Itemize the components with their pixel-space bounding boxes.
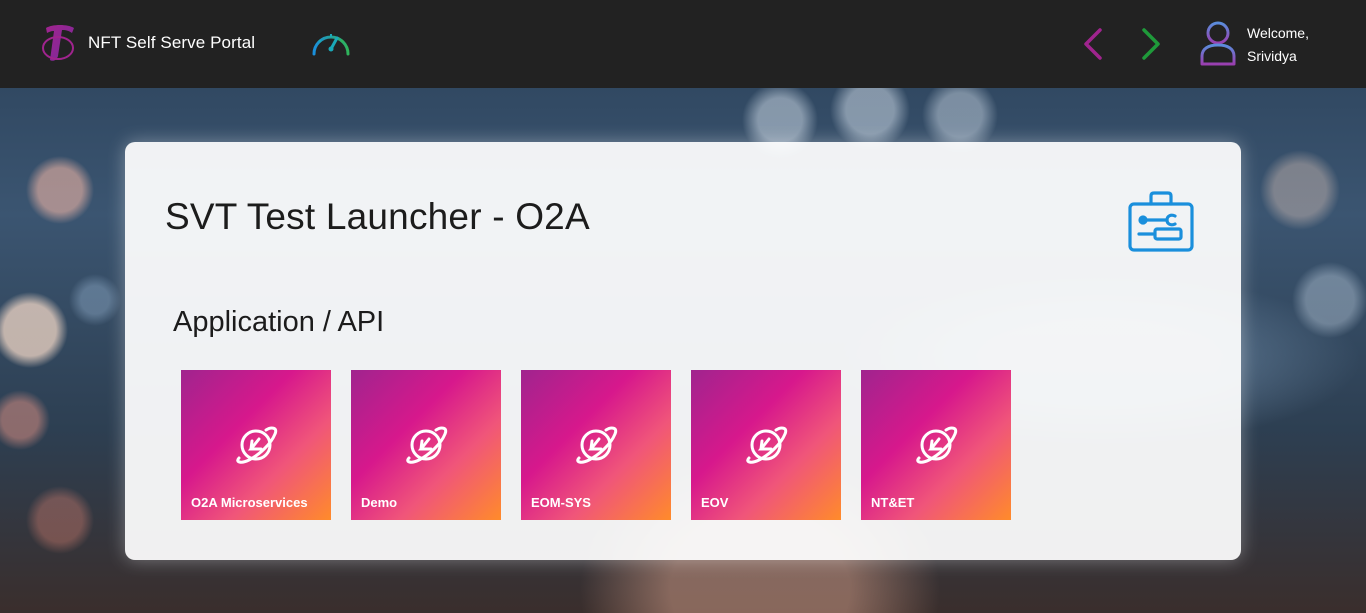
chevron-right-icon[interactable] bbox=[1138, 26, 1164, 62]
toolbox-settings-icon[interactable] bbox=[1125, 188, 1197, 254]
speedometer-gauge-icon[interactable] bbox=[310, 26, 352, 60]
user-avatar-icon[interactable] bbox=[1198, 20, 1238, 66]
tile-label: O2A Microservices bbox=[191, 495, 308, 510]
api-planet-icon bbox=[236, 426, 278, 464]
app-tile-eov[interactable]: EOV bbox=[691, 370, 841, 520]
chevron-left-icon[interactable] bbox=[1080, 26, 1106, 62]
app-tile-nt-et[interactable]: NT&ET bbox=[861, 370, 1011, 520]
api-planet-icon bbox=[746, 426, 788, 464]
tile-label: Demo bbox=[361, 495, 398, 510]
welcome-username: Srividya bbox=[1247, 48, 1297, 64]
launcher-card: SVT Test Launcher - O2A Application / AP… bbox=[125, 142, 1241, 560]
app-tile-demo[interactable]: Demo bbox=[351, 370, 501, 520]
top-navigation-bar: NFT Self Serve Portal Welcome, Srividya bbox=[0, 0, 1366, 88]
welcome-greeting: Welcome, bbox=[1247, 25, 1309, 41]
api-planet-icon bbox=[576, 426, 618, 464]
api-planet-icon bbox=[916, 426, 958, 464]
tile-label: EOV bbox=[701, 495, 729, 510]
application-tile-grid: O2A Microservices Demo EOM-SYS EOV NT&ET bbox=[181, 370, 1011, 520]
app-tile-o2a-microservices[interactable]: O2A Microservices bbox=[181, 370, 331, 520]
tile-label: NT&ET bbox=[871, 495, 915, 510]
api-planet-icon bbox=[406, 426, 448, 464]
app-title[interactable]: NFT Self Serve Portal bbox=[88, 33, 255, 53]
app-tile-eom-sys[interactable]: EOM-SYS bbox=[521, 370, 671, 520]
section-title: Application / API bbox=[173, 306, 385, 338]
page-title: SVT Test Launcher - O2A bbox=[165, 196, 590, 237]
tile-label: EOM-SYS bbox=[531, 495, 591, 510]
welcome-message: Welcome, Srividya bbox=[1247, 22, 1309, 68]
telstra-logo-icon[interactable] bbox=[42, 22, 78, 64]
